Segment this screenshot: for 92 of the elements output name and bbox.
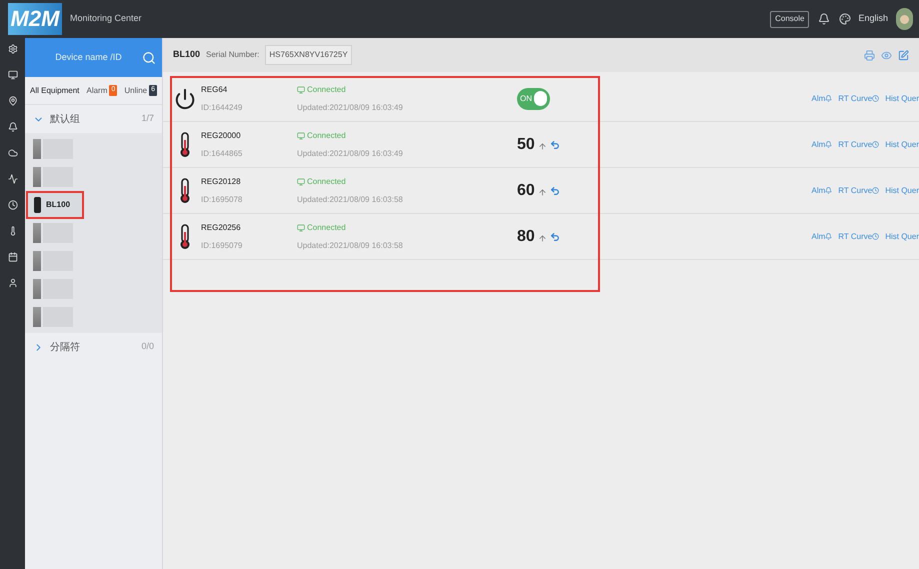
clock-icon xyxy=(872,141,880,148)
serial-field: HS765XN8YV16725Y xyxy=(265,45,352,65)
register-name: REG64 xyxy=(201,84,228,96)
rt-curve-link[interactable]: RT Curve xyxy=(838,184,880,196)
connection-status: Connected xyxy=(307,84,346,96)
blurred-device xyxy=(33,139,73,159)
bell-icon xyxy=(825,187,832,194)
logo: M2M xyxy=(8,3,62,35)
group-label: 默认组 xyxy=(50,112,81,126)
app-title: Monitoring Center xyxy=(70,12,142,26)
filter-tab[interactable]: All Equipment xyxy=(30,84,80,96)
send-icon[interactable] xyxy=(550,232,560,242)
register-value: 60 xyxy=(517,180,535,200)
register-name: REG20128 xyxy=(201,176,242,188)
thermometer-icon xyxy=(179,224,191,250)
bell-icon[interactable] xyxy=(8,122,18,132)
blurred-device xyxy=(33,307,73,327)
monitor-icon xyxy=(297,86,305,94)
register-id: ID:1695079 xyxy=(201,240,244,252)
updated-time: Updated:2021/08/09 16:03:49 xyxy=(297,102,404,114)
edit-icon[interactable] xyxy=(898,50,909,60)
chart-icon[interactable] xyxy=(8,174,18,184)
send-icon[interactable] xyxy=(550,140,560,150)
search-icon[interactable] xyxy=(142,50,156,64)
device-icon xyxy=(34,197,41,213)
cloud-icon[interactable] xyxy=(8,148,18,158)
register-id: ID:1644865 xyxy=(201,148,244,160)
group-label: 分隔符 xyxy=(50,340,81,354)
monitor-icon xyxy=(297,224,305,232)
updated-time: Updated:2021/08/09 16:03:58 xyxy=(297,240,404,252)
console-button[interactable]: Console xyxy=(770,10,810,28)
avatar[interactable] xyxy=(896,8,913,30)
connection-status: Connected xyxy=(307,176,346,188)
register-id: ID:1695078 xyxy=(201,194,244,206)
alarm-link[interactable]: Alm xyxy=(811,92,832,104)
bell-icon xyxy=(825,233,832,240)
alarm-link[interactable]: Alm xyxy=(811,184,832,196)
blurred-device xyxy=(33,251,73,271)
register-name: REG20256 xyxy=(201,222,242,234)
search-bar[interactable]: Device name /ID xyxy=(25,38,162,77)
location-icon[interactable] xyxy=(8,96,18,106)
group-row[interactable]: 分隔符 0/0 xyxy=(25,333,162,361)
bell-icon xyxy=(825,141,832,148)
device-title: BL100 xyxy=(173,48,200,62)
updated-time: Updated:2021/08/09 16:03:58 xyxy=(297,194,404,206)
bell-icon[interactable] xyxy=(818,13,830,25)
clock-icon xyxy=(872,187,880,194)
connection-status: Connected xyxy=(307,222,346,234)
bell-icon xyxy=(825,95,832,102)
thermometer-icon xyxy=(179,132,191,158)
rt-curve-link[interactable]: RT Curve xyxy=(838,138,880,150)
settings-icon[interactable] xyxy=(8,44,18,54)
thermometer-icon xyxy=(179,178,191,204)
language-selector[interactable]: English xyxy=(858,12,888,26)
group-count: 0/0 xyxy=(141,340,154,354)
group-count: 1/7 xyxy=(141,112,154,126)
toggle-switch[interactable]: ON xyxy=(517,88,550,110)
register-name: REG20000 xyxy=(201,130,242,142)
search-field[interactable]: Device name /ID xyxy=(35,50,142,64)
blurred-device xyxy=(33,223,73,243)
hist-query-link[interactable]: Hist Quer xyxy=(885,230,919,242)
user-icon[interactable] xyxy=(8,278,18,288)
group-row[interactable]: 默认组 1/7 xyxy=(25,105,162,133)
hist-query-link[interactable]: Hist Quer xyxy=(885,92,919,104)
connection-status: Connected xyxy=(307,130,346,142)
alarm-link[interactable]: Alm xyxy=(811,138,832,150)
blurred-device xyxy=(33,167,73,187)
clock-icon[interactable] xyxy=(8,200,18,210)
rt-curve-link[interactable]: RT Curve xyxy=(838,92,880,104)
clock-icon xyxy=(872,233,880,240)
hist-query-link[interactable]: Hist Quer xyxy=(885,184,919,196)
hist-query-link[interactable]: Hist Quer xyxy=(885,138,919,150)
arrow-up-icon xyxy=(538,188,547,197)
rt-curve-link[interactable]: RT Curve xyxy=(838,230,880,242)
clock-icon xyxy=(872,95,880,102)
blurred-device xyxy=(33,279,73,299)
palette-icon[interactable] xyxy=(839,13,852,25)
serial-label: Serial Number: xyxy=(206,49,260,61)
monitor-icon xyxy=(297,178,305,186)
send-icon[interactable] xyxy=(550,186,560,196)
updated-time: Updated:2021/08/09 16:03:49 xyxy=(297,148,404,160)
arrow-up-icon xyxy=(538,234,547,243)
monitor-icon[interactable] xyxy=(8,70,18,80)
register-value: 80 xyxy=(517,226,535,246)
alarm-link[interactable]: Alm xyxy=(811,230,832,242)
register-id: ID:1644249 xyxy=(201,102,244,114)
device-item[interactable]: BL100 xyxy=(26,191,84,219)
power-icon xyxy=(174,88,196,110)
register-value: 50 xyxy=(517,134,535,154)
monitor-icon xyxy=(297,132,305,140)
calendar-icon[interactable] xyxy=(8,252,18,262)
arrow-up-icon xyxy=(538,142,547,151)
